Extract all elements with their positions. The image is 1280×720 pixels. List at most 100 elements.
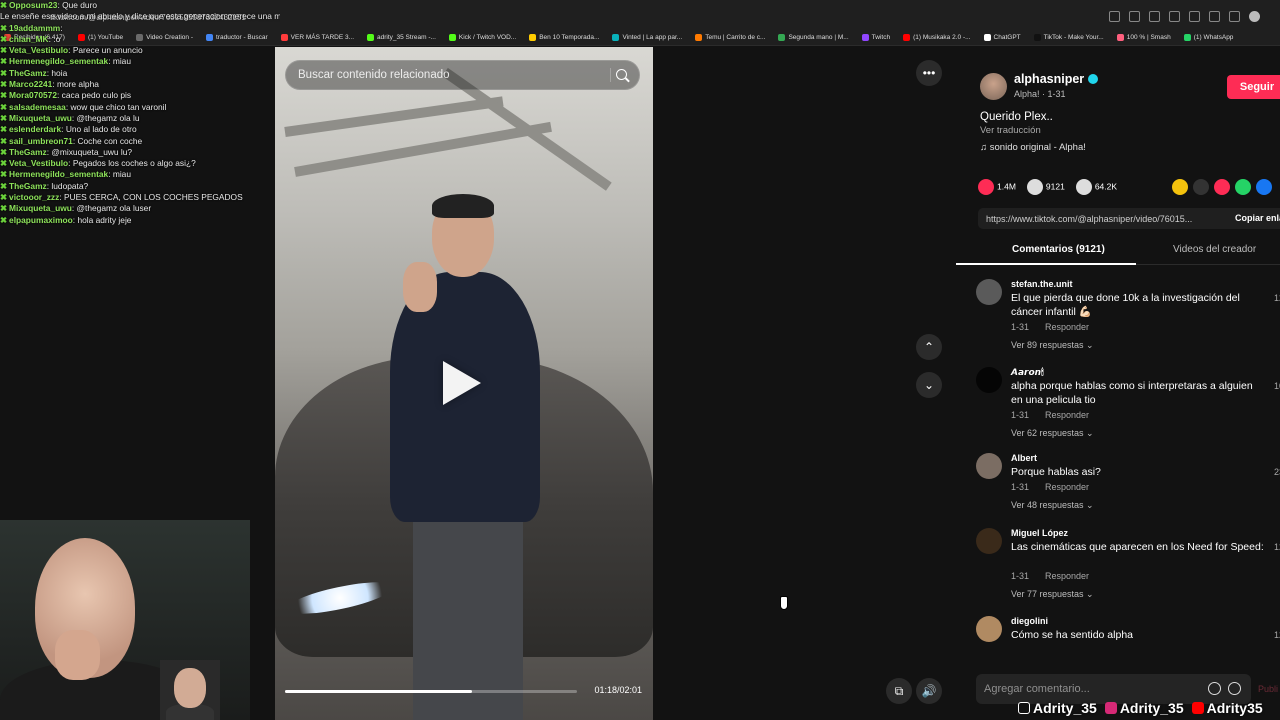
chat-username[interactable]: elpapumaximoo	[9, 215, 73, 225]
bookmark-item[interactable]: (1) Musikaka 2.0 -...	[903, 31, 971, 44]
reply-button[interactable]: Responder	[1045, 322, 1089, 332]
chevron-up-icon[interactable]: ⌃	[916, 334, 942, 360]
comment-author[interactable]: diegolini	[1011, 616, 1048, 626]
zoom-icon[interactable]	[1129, 11, 1140, 22]
repost-icon[interactable]	[1172, 179, 1188, 195]
comment-author[interactable]: Miguel López	[1011, 528, 1068, 538]
comment-avatar[interactable]	[976, 279, 1002, 305]
download-icon[interactable]	[1209, 11, 1220, 22]
chat-username[interactable]: Marco2241	[9, 79, 52, 89]
chat-message: ✖ sail_umbreon71: Coche con coche	[0, 135, 143, 146]
chat-username[interactable]: Opposum23	[9, 0, 57, 10]
more-options-icon[interactable]: •••	[916, 60, 942, 86]
embed-icon[interactable]	[1193, 179, 1209, 195]
video-progress-bar[interactable]	[285, 690, 577, 693]
chevron-down-icon[interactable]: ⌄	[916, 372, 942, 398]
send-icon[interactable]	[1214, 179, 1230, 195]
chat-text: @thegamz ola luser	[76, 203, 152, 214]
bookmark-item[interactable]: Kick / Twitch VOD...	[448, 31, 516, 44]
bookmark-item[interactable]: Temu | Carrito de c...	[695, 31, 765, 44]
bookmark-icon	[280, 34, 288, 41]
chat-username[interactable]: Mixuqueta_uwu	[9, 203, 72, 213]
author-subtitle: Alpha! · 1-31	[1014, 89, 1066, 99]
mention-icon[interactable]	[1208, 682, 1221, 695]
chat-text: wow que chico tan varonil	[70, 101, 167, 112]
view-replies-button[interactable]: Ver 48 respuestas ⌄	[1011, 500, 1094, 511]
bookmark-item[interactable]: TikTok - Make Your...	[1033, 31, 1104, 44]
pip-icon[interactable]: ⧉	[886, 678, 912, 704]
comment-button[interactable]: 9121	[1026, 179, 1065, 195]
star-icon[interactable]	[1149, 11, 1160, 22]
reply-button[interactable]: Responder	[1045, 571, 1089, 581]
bookmark-item[interactable]: Segunda mano | M...	[778, 31, 849, 44]
bookmark-item[interactable]: VER MÁS TARDE 3...	[280, 31, 354, 44]
post-button[interactable]: Publi	[1258, 684, 1278, 694]
reply-button[interactable]: Responder	[1045, 482, 1089, 492]
comment-avatar[interactable]	[976, 367, 1002, 393]
comment-meta: 1-31 Responder	[1011, 322, 1090, 332]
play-icon[interactable]	[443, 361, 481, 405]
sound-link[interactable]: ♫ sonido original - Alpha!	[980, 142, 1086, 153]
view-replies-button[interactable]: Ver 77 respuestas ⌄	[1011, 589, 1094, 600]
chat-message: ✖ elpapumaximoo: hola adrity jeje	[0, 214, 132, 225]
chat-username[interactable]: salsademesaa	[9, 102, 66, 112]
comment-author[interactable]: stefan.the.unit	[1011, 279, 1073, 289]
chat-username[interactable]: Mixuqueta_uwu	[9, 113, 72, 123]
translate-link[interactable]: Ver traducción	[980, 125, 1041, 136]
save-button[interactable]: 64.2K	[1075, 179, 1117, 195]
search-icon[interactable]	[616, 69, 627, 80]
whatsapp-icon[interactable]	[1235, 179, 1251, 195]
tiktok-icon	[1018, 702, 1030, 714]
chat-username[interactable]: victooor_zzz	[9, 192, 59, 202]
chat-username[interactable]: Veta_Vestibulo	[9, 158, 68, 168]
reply-button[interactable]: Responder	[1045, 410, 1089, 420]
view-replies-button[interactable]: Ver 89 respuestas ⌄	[1011, 340, 1094, 351]
chat-username[interactable]: eslenderdark	[9, 124, 61, 134]
extension-icon[interactable]	[1109, 11, 1120, 22]
tab-comments[interactable]: Comentarios (9121)	[1012, 244, 1105, 255]
chat-message: ✖ eslenderdark: Uno al lado de otro	[0, 124, 137, 135]
follow-button[interactable]: Seguir	[1227, 75, 1280, 99]
chat-username[interactable]: Hermenegildo_sementak	[9, 56, 108, 66]
chat-username[interactable]: sail_umbreon71	[9, 136, 73, 146]
copy-link-button[interactable]: Copiar enlace	[1235, 213, 1280, 223]
tab-creator-videos[interactable]: Videos del creador	[1173, 244, 1256, 255]
bookmark-item[interactable]: Twitch	[861, 31, 890, 44]
comment-avatar[interactable]	[976, 616, 1002, 642]
video-player[interactable]: Buscar contenido relacionado 01:18/02:01	[275, 47, 653, 720]
history-icon[interactable]	[1229, 11, 1240, 22]
chat-username[interactable]: TheGamz	[9, 181, 47, 191]
bookmark-item[interactable]: (1) WhatsApp	[1183, 31, 1233, 44]
author-avatar[interactable]	[980, 73, 1007, 100]
bookmark-item[interactable]: ChatGPT	[983, 31, 1021, 44]
comment-author[interactable]: 𝘼𝙖𝙧𝙤𝙣🕯	[1011, 367, 1044, 378]
comment-author[interactable]: Albert	[1011, 453, 1037, 463]
related-search-input[interactable]: Buscar contenido relacionado	[285, 60, 640, 90]
chat-username[interactable]: 19addammm	[9, 23, 60, 33]
comment-likes: 12	[1273, 542, 1280, 552]
chat-username[interactable]: chian_MK	[9, 34, 49, 44]
bookmark-item[interactable]: 100 % | Smash	[1116, 31, 1171, 44]
chat-message: ✖ Marco2241: more alpha	[0, 79, 99, 90]
profile-icon[interactable]	[1249, 11, 1260, 22]
chat-badge-icon: ✖	[0, 146, 8, 157]
chat-username[interactable]: Mora070572	[9, 90, 57, 100]
facebook-icon[interactable]	[1256, 179, 1272, 195]
chat-username[interactable]: TheGamz	[9, 68, 47, 78]
view-replies-button[interactable]: Ver 62 respuestas ⌄	[1011, 428, 1094, 439]
comment-avatar[interactable]	[976, 453, 1002, 479]
bookmark-item[interactable]: Ben 10 Temporada...	[529, 31, 599, 44]
comment-avatar[interactable]	[976, 528, 1002, 554]
refresh-icon[interactable]	[1169, 11, 1180, 22]
like-button[interactable]: 1.4M	[978, 179, 1016, 195]
bookmark-item[interactable]: adrity_35 Stream -...	[367, 31, 436, 44]
chat-message: ✖ Veta_Vestibulo: Pegados los coches o al…	[0, 158, 196, 169]
volume-icon[interactable]: 🔊	[916, 678, 942, 704]
chat-username[interactable]: TheGamz	[9, 147, 47, 157]
emoji-icon[interactable]	[1228, 682, 1241, 695]
chat-username[interactable]: Veta_Vestibulo	[9, 45, 68, 55]
chat-username[interactable]: Hermenegildo_sementak	[9, 169, 108, 179]
puzzle-icon[interactable]	[1189, 11, 1200, 22]
author-name[interactable]: alphasniper	[1014, 72, 1099, 86]
bookmark-item[interactable]: Vinted | La app par...	[612, 31, 682, 44]
